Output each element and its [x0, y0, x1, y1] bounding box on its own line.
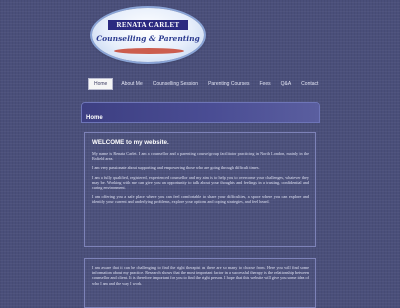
welcome-paragraph: My name is Renata Carlet. I am a counsel…	[92, 151, 309, 162]
welcome-paragraph: I am very passionate about supporting an…	[92, 165, 260, 171]
intro-paragraph: I am aware that it can be challenging to…	[92, 265, 309, 286]
logo-swoosh	[114, 48, 184, 54]
nav-item-parenting-courses[interactable]: Parenting Courses	[203, 78, 254, 90]
nav-item-qa[interactable]: Q&A	[276, 78, 297, 90]
nav-item-home[interactable]: Home	[88, 78, 114, 90]
nav-item-fees[interactable]: Fees	[254, 78, 275, 90]
header-bar-gradient	[82, 103, 319, 122]
page-title: Home	[86, 115, 103, 121]
intro-panel: I am aware that it can be challenging to…	[84, 258, 316, 308]
site-logo[interactable]: RENATA CARLET Counselling & Parenting	[92, 8, 204, 62]
nav-item-about-me[interactable]: About Me	[116, 78, 147, 90]
welcome-paragraph: I am offering you a safe place where you…	[92, 194, 309, 205]
logo-title: RENATA CARLET	[108, 20, 188, 30]
welcome-paragraph: I am a fully qualified, registered, expe…	[92, 174, 309, 191]
nav-item-contact[interactable]: Contact	[296, 78, 323, 90]
welcome-panel: WELCOME to my website. My name is Renata…	[84, 132, 316, 247]
main-nav: Home About Me Counselling Session Parent…	[88, 78, 318, 90]
welcome-heading: WELCOME to my website.	[92, 139, 169, 146]
logo-subtitle: Counselling & Parenting	[96, 34, 200, 43]
page-header-bar: Home	[81, 102, 320, 123]
nav-item-counselling-session[interactable]: Counselling Session	[148, 78, 203, 90]
